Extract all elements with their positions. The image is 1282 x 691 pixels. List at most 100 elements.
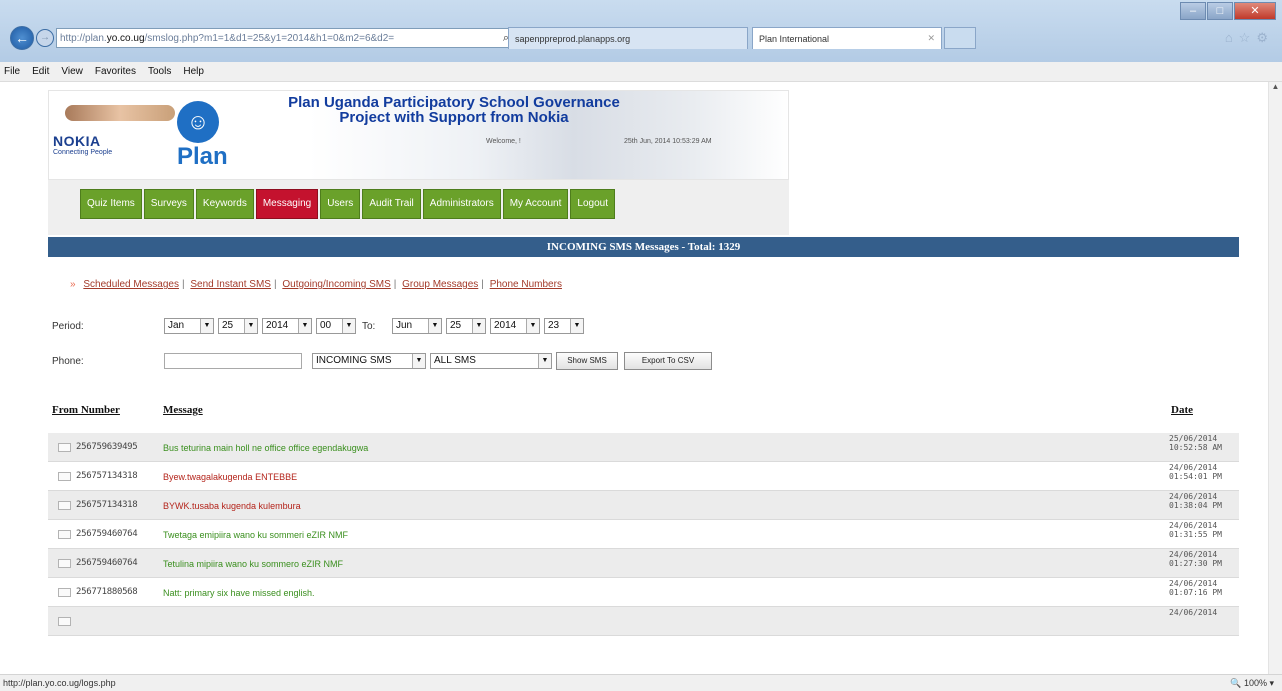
nav-logout[interactable]: Logout [570, 189, 615, 219]
table-row[interactable]: 256759460764 Tetulina mipiira wano ku so… [48, 549, 1239, 578]
date-cell: 24/06/2014 01:27:30 PM [1169, 550, 1222, 568]
chevron-down-icon: ▼ [342, 319, 355, 333]
back-button[interactable]: ← [10, 26, 34, 50]
from-number-cell: 256757134318 [76, 500, 138, 510]
minimize-button[interactable]: – [1180, 2, 1206, 20]
message-cell: Tetulina mipiira wano ku sommero eZIR NM… [163, 559, 344, 569]
handshake-image [65, 105, 175, 121]
chevron-down-icon: ▼ [244, 319, 257, 333]
table-row[interactable]: 256759460764 Twetaga emipiira wano ku so… [48, 520, 1239, 549]
menu-view[interactable]: View [61, 66, 83, 77]
nav-users[interactable]: Users [320, 189, 361, 219]
phone-input[interactable] [164, 353, 302, 369]
menu-edit[interactable]: Edit [32, 66, 49, 77]
col-message[interactable]: Message [163, 404, 203, 416]
site-header: NOKIA Connecting People ☺ Plan Plan Ugan… [48, 90, 789, 180]
nav-surveys[interactable]: Surveys [143, 189, 194, 219]
date-cell: 24/06/2014 01:31:55 PM [1169, 521, 1222, 539]
table-row[interactable]: 256757134318 BYWK.tusaba kugenda kulembu… [48, 491, 1239, 520]
chevron-down-icon: ▼ [298, 319, 311, 333]
message-cell: BYWK.tusaba kugenda kulembura [163, 501, 301, 511]
sms-table: 256759639495 Bus teturina main holl ne o… [48, 433, 1239, 636]
tab-title: Plan International [759, 33, 830, 44]
envelope-icon [58, 617, 71, 626]
envelope-icon [58, 472, 71, 481]
message-cell: Bus teturina main holl ne office office … [163, 443, 369, 453]
show-sms-button[interactable]: Show SMS [556, 352, 618, 370]
chevron-down-icon: ▼ [472, 319, 485, 333]
table-row[interactable]: 256759639495 Bus teturina main holl ne o… [48, 433, 1239, 462]
nav-keywords[interactable]: Keywords [195, 189, 254, 219]
col-from-number[interactable]: From Number [52, 404, 120, 416]
period-label: Period: [52, 321, 84, 332]
section-title-bar: INCOMING SMS Messages - Total: 1329 [48, 237, 1239, 257]
to-month-select[interactable]: Jun ▼ [392, 318, 442, 334]
date-cell: 24/06/2014 01:07:16 PM [1169, 579, 1222, 597]
messaging-sublinks: » Scheduled Messages | Send Instant SMS | … [70, 279, 562, 290]
table-row[interactable]: 256771880568 Natt: primary six have miss… [48, 578, 1239, 607]
nav-my-account[interactable]: My Account [502, 189, 569, 219]
menu-file[interactable]: File [4, 66, 20, 77]
zoom-level[interactable]: 🔍 100% ▾ [1230, 675, 1274, 691]
tab-plan-international[interactable]: Plan International ✕ [752, 27, 942, 49]
address-url[interactable]: http://plan.yo.co.ug/smslog.php?m1=1&d1=… [60, 33, 499, 44]
envelope-icon [58, 501, 71, 510]
nokia-logo: NOKIA [53, 133, 101, 149]
message-cell: Natt: primary six have missed english. [163, 588, 315, 598]
browser-titlebar: – □ ✕ ← → http://plan.yo.co.ug/smslog.ph… [0, 0, 1282, 62]
to-day-select[interactable]: 25 ▼ [446, 318, 486, 334]
chevron-down-icon: ▼ [428, 319, 441, 333]
address-bar[interactable]: http://plan.yo.co.ug/smslog.php?m1=1&d1=… [56, 28, 544, 48]
menu-tools[interactable]: Tools [148, 66, 171, 77]
plan-logo-text: Plan [177, 143, 228, 170]
envelope-icon [58, 588, 71, 597]
table-row[interactable]: 256757134318 Byew.twagalakugenda ENTEBBE… [48, 462, 1239, 491]
link-phone-numbers[interactable]: Phone Numbers [490, 279, 562, 290]
tab-close-icon[interactable]: ✕ [927, 33, 935, 44]
nav-messaging[interactable]: Messaging [255, 189, 319, 219]
chevron-down-icon: ▼ [200, 319, 213, 333]
nav-administrators[interactable]: Administrators [422, 189, 501, 219]
from-day-select[interactable]: 25 ▼ [218, 318, 258, 334]
chevron-down-icon: ▼ [538, 354, 551, 368]
new-tab-button[interactable] [944, 27, 976, 49]
menu-help[interactable]: Help [183, 66, 204, 77]
sms-type-select[interactable]: ALL SMS ▼ [430, 353, 552, 369]
chevron-down-icon: ▼ [526, 319, 539, 333]
from-year-select[interactable]: 2014 ▼ [262, 318, 312, 334]
scroll-up-icon[interactable]: ▲ [1269, 82, 1282, 91]
from-number-cell: 256759639495 [76, 442, 138, 452]
site-title-line2: Project with Support from Nokia [339, 109, 569, 126]
vertical-scrollbar[interactable]: ▲ [1268, 82, 1282, 674]
maximize-button[interactable]: □ [1207, 2, 1233, 20]
link-send-instant-sms[interactable]: Send Instant SMS [190, 279, 271, 290]
nav-audit-trail[interactable]: Audit Trail [362, 189, 421, 219]
menu-favorites[interactable]: Favorites [95, 66, 136, 77]
message-cell: Twetaga emipiira wano ku sommeri eZIR NM… [163, 530, 349, 540]
from-number-cell: 256759460764 [76, 558, 138, 568]
chevron-down-icon: ▼ [412, 354, 425, 368]
header-datetime: 25th Jun, 2014 10:53:29 AM [624, 138, 712, 145]
close-window-button[interactable]: ✕ [1234, 2, 1276, 20]
direction-select[interactable]: INCOMING SMS ▼ [312, 353, 426, 369]
link-outgoing-incoming-sms[interactable]: Outgoing/Incoming SMS [282, 279, 390, 290]
to-hour-select[interactable]: 23 ▼ [544, 318, 584, 334]
forward-button[interactable]: → [36, 29, 54, 47]
window-controls: – □ ✕ [1179, 2, 1276, 20]
nav-quiz-items[interactable]: Quiz Items [80, 189, 142, 219]
col-date[interactable]: Date [1171, 404, 1193, 416]
export-csv-button[interactable]: Export To CSV [624, 352, 712, 370]
from-hour-select[interactable]: 00 ▼ [316, 318, 356, 334]
date-cell: 24/06/2014 [1169, 608, 1218, 617]
plan-logo-icon: ☺ [177, 101, 219, 143]
to-year-select[interactable]: 2014 ▼ [490, 318, 540, 334]
link-scheduled-messages[interactable]: Scheduled Messages [83, 279, 179, 290]
tab-sapenppreprod[interactable]: sapenppreprod.planapps.org [508, 27, 748, 49]
status-url: http://plan.yo.co.ug/logs.php [3, 678, 116, 688]
link-group-messages[interactable]: Group Messages [402, 279, 478, 290]
table-row[interactable]: 24/06/2014 [48, 607, 1239, 636]
main-nav: Quiz Items Surveys Keywords Messaging Us… [48, 180, 789, 235]
toolbar-icons[interactable]: ⌂☆⚙ [1225, 30, 1274, 46]
site-title-line1: Plan Uganda Participatory School Governa… [288, 94, 620, 111]
from-month-select[interactable]: Jan ▼ [164, 318, 214, 334]
